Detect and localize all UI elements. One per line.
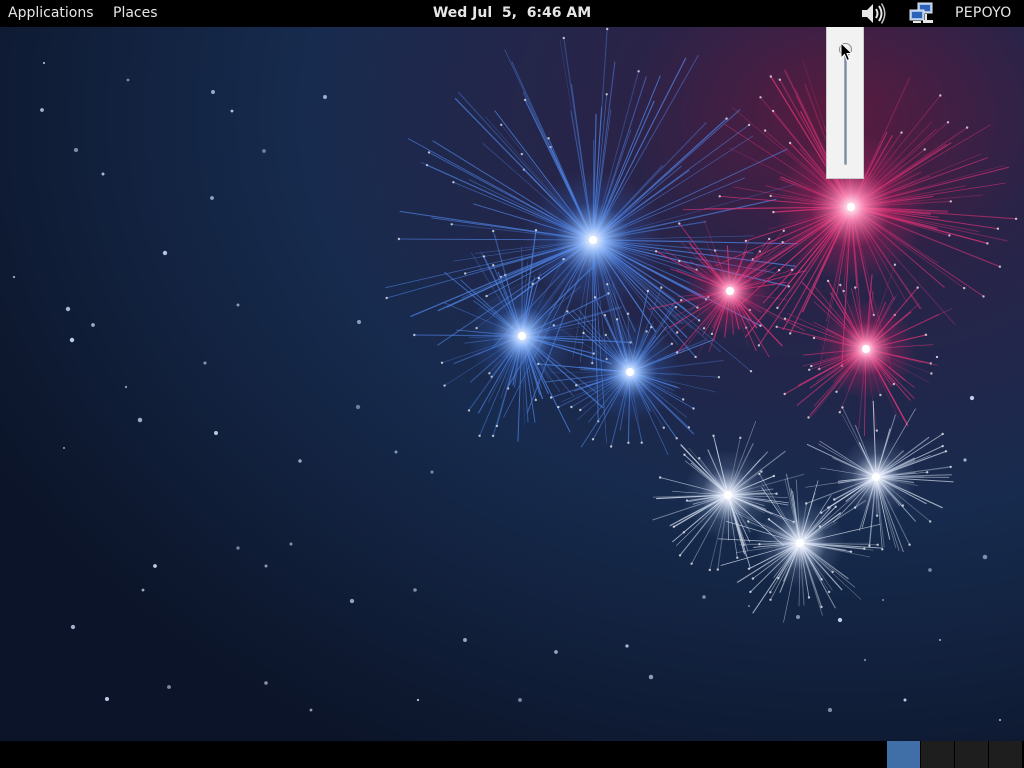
workspace-4[interactable]	[988, 741, 1022, 768]
volume-slider-fill	[845, 48, 846, 164]
clock-label[interactable]: Wed Jul 5, 6:46 AM	[427, 0, 597, 27]
network-wired-icon	[909, 2, 933, 23]
bottom-panel	[0, 741, 1024, 768]
wallpaper-fireworks	[0, 0, 1024, 768]
workspace-1[interactable]	[886, 741, 920, 768]
workspace-switcher	[886, 741, 1024, 768]
desktop[interactable]: Applications Places Wed Jul 5, 6:46 AM P…	[0, 0, 1024, 768]
user-menu[interactable]: PEPOYO	[955, 0, 1012, 27]
volume-slider-popup	[826, 27, 864, 179]
volume-slider-track[interactable]	[844, 47, 847, 165]
volume-indicator[interactable]	[860, 0, 888, 27]
network-indicator[interactable]	[908, 0, 938, 27]
workspace-2[interactable]	[920, 741, 954, 768]
workspace-3[interactable]	[954, 741, 988, 768]
top-panel: Applications Places Wed Jul 5, 6:46 AM P…	[0, 0, 1024, 27]
volume-slider-handle[interactable]	[839, 43, 852, 56]
speaker-volume-icon	[862, 3, 886, 24]
